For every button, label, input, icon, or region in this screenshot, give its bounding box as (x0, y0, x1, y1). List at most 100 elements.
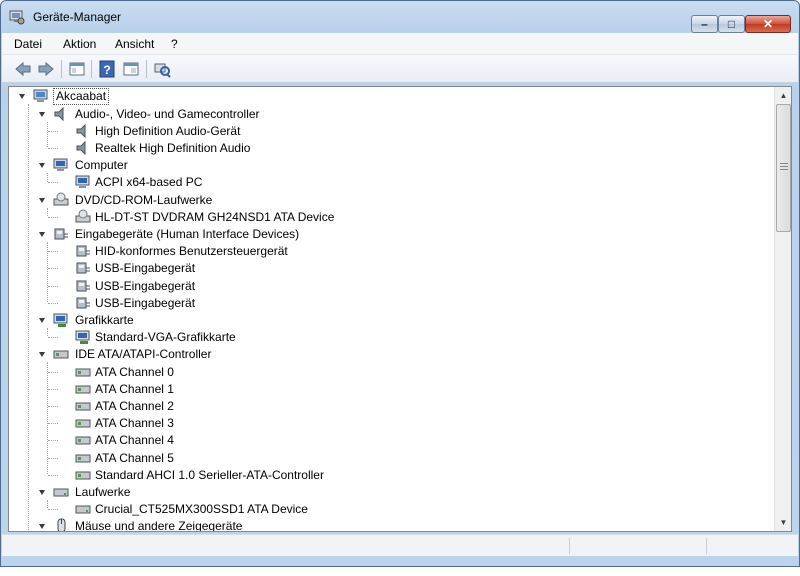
collapse-arrow-icon[interactable] (39, 489, 45, 495)
tree-connector (48, 405, 58, 407)
collapse-arrow-icon[interactable] (39, 197, 45, 203)
forward-arrow-icon[interactable] (37, 60, 55, 78)
menu-datei[interactable]: Datei (14, 37, 42, 51)
category-label[interactable]: Eingabegeräte (Human Interface Devices) (75, 226, 299, 243)
svg-text:?: ? (103, 63, 110, 77)
menu-help[interactable]: ? (171, 37, 178, 51)
status-bar (2, 534, 798, 556)
minimize-button[interactable]: – (691, 15, 718, 33)
hid-icon (76, 280, 90, 291)
tree-connector (48, 509, 58, 511)
ide-controller-icon (75, 402, 91, 411)
grip-icon (780, 163, 788, 170)
category-label[interactable]: Audio-, Video- und Gamecontroller (75, 106, 260, 123)
category-label[interactable]: Mäuse und andere Zeigegeräte (75, 518, 242, 531)
category-label[interactable]: IDE ATA/ATAPI-Controller (75, 346, 211, 363)
device-label[interactable]: Standard-VGA-Grafikkarte (95, 329, 236, 346)
vertical-scrollbar[interactable]: ▲ ▼ (774, 87, 791, 531)
device-label[interactable]: USB-Eingabegerät (95, 260, 195, 277)
ide-controller-icon (75, 368, 91, 376)
ide-controller-icon (75, 471, 91, 480)
close-button[interactable]: ✕ (745, 15, 791, 33)
tree-connector (28, 104, 29, 531)
up-arrow-icon: ▲ (779, 91, 788, 100)
device-label[interactable]: ATA Channel 4 (95, 432, 174, 449)
device-label[interactable]: USB-Eingabegerät (95, 295, 195, 312)
collapse-arrow-icon[interactable] (39, 163, 45, 169)
device-label[interactable]: High Definition Audio-Gerät (95, 123, 240, 140)
tree-connector (48, 337, 58, 339)
ide-controller-icon (75, 385, 91, 394)
title-bar[interactable]: Geräte-Manager – □ ✕ (1, 1, 799, 33)
scan-hardware-icon[interactable] (153, 60, 171, 78)
tree-connector (48, 423, 58, 425)
device-label[interactable]: ATA Channel 1 (95, 381, 174, 398)
category-label[interactable]: DVD/CD-ROM-Laufwerke (75, 192, 212, 209)
collapse-arrow-icon[interactable] (39, 231, 45, 237)
collapse-arrow-icon[interactable] (39, 524, 45, 530)
scroll-up-button[interactable]: ▲ (775, 87, 792, 104)
tree-connector (48, 251, 58, 253)
menu-bar: Datei Aktion Ansicht ? (2, 33, 798, 55)
help-icon[interactable]: ? (98, 60, 116, 78)
collapse-arrow-icon[interactable] (19, 94, 25, 99)
optical-drive-icon (75, 209, 91, 223)
toolbar-separator (91, 60, 92, 78)
tree-connector (48, 182, 58, 184)
status-cell (569, 538, 570, 554)
tree-connector (48, 302, 58, 304)
hid-icon (76, 262, 90, 274)
category-label[interactable]: Computer (75, 157, 128, 174)
scroll-down-button[interactable]: ▼ (775, 514, 792, 531)
tree-connector (47, 499, 48, 509)
console-tree-icon[interactable] (122, 60, 140, 78)
device-label[interactable]: Standard AHCI 1.0 Serieller-ATA-Controll… (95, 467, 324, 484)
device-label[interactable]: ATA Channel 5 (95, 450, 174, 467)
device-label[interactable]: Crucial_CT525MX300SSD1 ATA Device (95, 501, 308, 518)
tree-connector (48, 371, 58, 373)
category-label[interactable]: Grafikkarte (75, 312, 134, 329)
collapse-arrow-icon[interactable] (39, 317, 45, 323)
display-adapter-icon (75, 330, 90, 345)
ide-controller-icon (75, 436, 91, 445)
device-label[interactable]: HL-DT-ST DVDRAM GH24NSD1 ATA Device (95, 209, 334, 226)
menu-ansicht[interactable]: Ansicht (115, 37, 154, 51)
device-label[interactable]: Realtek High Definition Audio (95, 140, 250, 157)
menu-aktion[interactable]: Aktion (63, 37, 96, 51)
scroll-thumb[interactable] (776, 104, 791, 232)
computer-name[interactable]: Akcaabat (53, 88, 110, 105)
tree-connector (48, 130, 58, 132)
ide-controller-icon (75, 419, 91, 428)
hid-icon (76, 297, 90, 309)
optical-drive-icon (53, 192, 69, 205)
device-label[interactable]: HID-konformes Benutzersteuergerät (95, 243, 288, 260)
category-label[interactable]: Laufwerke (75, 484, 130, 501)
tree-connector (48, 147, 58, 149)
hid-icon (54, 228, 68, 240)
toolbar: ? (2, 55, 798, 83)
properties-view-icon[interactable] (68, 60, 86, 78)
tree-connector (48, 440, 58, 442)
device-label[interactable]: ACPI x64-based PC (95, 174, 202, 191)
device-label[interactable]: USB-Eingabegerät (95, 278, 195, 295)
speaker-icon (76, 123, 86, 138)
device-label[interactable]: ATA Channel 2 (95, 398, 174, 415)
device-manager-icon (9, 10, 25, 25)
minimize-icon: – (701, 17, 708, 31)
close-icon: ✕ (762, 17, 774, 31)
toolbar-separator (146, 60, 147, 78)
device-tree[interactable]: Akcaabat Audio-, Video- und Gamecontroll… (9, 87, 774, 531)
tree-connector (48, 268, 58, 270)
computer-icon (75, 175, 90, 189)
status-cell (706, 538, 707, 554)
tree-connector (48, 388, 58, 390)
speaker-icon (54, 106, 64, 121)
collapse-arrow-icon[interactable] (39, 111, 45, 117)
device-label[interactable]: ATA Channel 0 (95, 364, 174, 381)
tree-connector (48, 457, 58, 459)
tree-connector (48, 285, 58, 287)
device-label[interactable]: ATA Channel 3 (95, 415, 174, 432)
collapse-arrow-icon[interactable] (39, 352, 45, 358)
maximize-button[interactable]: □ (718, 15, 745, 33)
back-arrow-icon[interactable] (14, 60, 32, 78)
